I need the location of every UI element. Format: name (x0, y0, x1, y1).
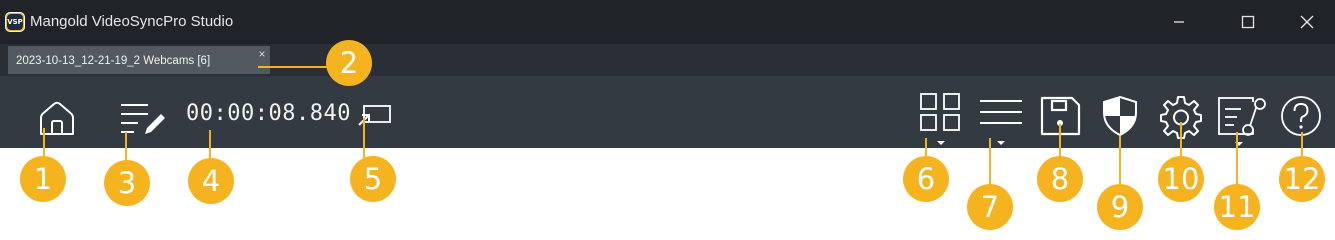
title-bar: VSP Mangold VideoSyncPro Studio (0, 0, 1335, 44)
document-tab[interactable]: 2023-10-13_12-21-19_2 Webcams [6] × (8, 46, 270, 74)
tab-close-icon[interactable]: × (256, 48, 268, 60)
callout-badge-2: 2 (326, 40, 372, 86)
callout-5-line (363, 118, 365, 158)
close-icon[interactable] (1295, 10, 1319, 34)
app-logo-text: VSP (7, 14, 23, 30)
callout-badge-11: 11 (1214, 184, 1260, 230)
minimize-icon[interactable] (1167, 10, 1191, 34)
callout-10-line (1180, 122, 1182, 158)
timecode-display: 00:00:08.840 (186, 101, 351, 126)
document-tab-label: 2023-10-13_12-21-19_2 Webcams [6] (16, 55, 211, 67)
callout-7-line (989, 138, 991, 184)
save-icon[interactable] (1040, 96, 1082, 136)
app-title: Mangold VideoSyncPro Studio (30, 13, 234, 30)
callout-badge-7: 7 (967, 184, 1013, 230)
callout-badge-1: 1 (20, 156, 66, 202)
workflow-list-icon[interactable] (1217, 96, 1269, 146)
callout-badge-6: 6 (903, 156, 949, 202)
callout-badge-10: 10 (1158, 156, 1204, 202)
callout-11-line (1236, 132, 1238, 184)
maximize-icon[interactable] (1236, 10, 1260, 34)
callout-6-line (925, 138, 927, 158)
app-logo: VSP (5, 12, 25, 32)
callout-12-line (1301, 132, 1303, 158)
callout-badge-4: 4 (188, 158, 234, 204)
security-shield-icon[interactable] (1102, 95, 1138, 137)
callout-badge-3: 3 (104, 160, 150, 206)
callout-8-line (1059, 124, 1061, 158)
callout-9-line (1119, 136, 1121, 184)
callout-badge-5: 5 (350, 156, 396, 202)
callout-1-line (43, 128, 45, 158)
callout-badge-12: 12 (1279, 156, 1325, 202)
callout-4-line (209, 130, 211, 160)
callout-badge-8: 8 (1037, 156, 1083, 202)
list-menu-icon[interactable] (978, 98, 1024, 148)
callout-3-line (125, 132, 127, 162)
callout-2-line (258, 66, 328, 68)
callout-badge-9: 9 (1097, 184, 1143, 230)
edit-notes-icon[interactable] (120, 101, 168, 137)
